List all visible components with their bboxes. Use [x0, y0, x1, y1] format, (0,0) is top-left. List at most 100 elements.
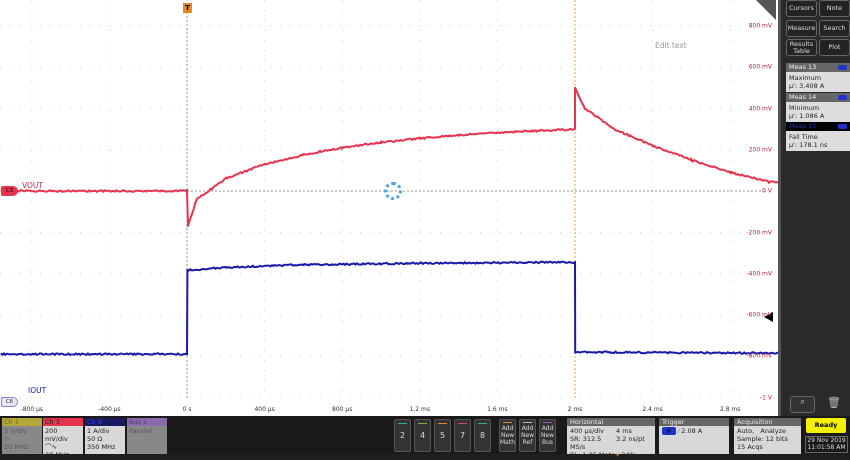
- channel-number: 5: [439, 431, 446, 440]
- trigger-title: Trigger: [659, 418, 729, 426]
- meas-type: Fall Time: [789, 133, 818, 141]
- horizontal-title: Horizontal: [567, 418, 655, 426]
- x-tick-label: 0 s: [182, 406, 192, 413]
- plot-button[interactable]: Plot: [819, 39, 850, 56]
- source-indicator-icon: [838, 124, 847, 129]
- acquisition-title: Acquisition: [734, 418, 801, 426]
- waveform-canvas[interactable]: [0, 0, 778, 416]
- y-tick-label: 600 mV: [748, 63, 772, 71]
- trace-vout: [0, 86, 778, 227]
- add-new-button[interactable]: Add New Math: [499, 419, 516, 452]
- rising-edge-icon: ⁄: [678, 427, 680, 435]
- x-tick-label: 1.6 ms: [487, 406, 508, 413]
- add-new-label: Add New Math: [500, 425, 516, 446]
- meas-name: Meas 13: [789, 63, 817, 71]
- meas-14-badge[interactable]: Meas 14 Minimum µ': 1.086 A: [786, 93, 850, 122]
- meas-value: µ': 178.1 ns: [789, 141, 828, 149]
- acq-sample: Sample: 12 bits: [737, 435, 788, 443]
- x-tick-label: -800 µs: [20, 406, 44, 413]
- bus1-badge[interactable]: Bus 1 Parallel: [127, 418, 167, 454]
- ch6-badge[interactable]: Ch 6 1 A/div 50 Ω 350 MHz: [85, 418, 125, 454]
- run-state-ready-button[interactable]: Ready: [806, 418, 846, 433]
- time-per-point: 3.2 ns/pt: [616, 435, 645, 443]
- iout-badge[interactable]: C6: [1, 397, 18, 407]
- trigger-level: 2.08 A: [681, 427, 703, 435]
- measure-button[interactable]: Measure: [786, 20, 817, 37]
- x-tick-label: 800 µs: [332, 406, 353, 413]
- ch3-title: Ch 3: [43, 418, 83, 426]
- add-new-label: Add New Bus: [540, 425, 555, 446]
- x-tick-label: -400 µs: [98, 406, 121, 413]
- ch6-bandwidth: 350 MHz: [87, 443, 116, 451]
- meas-type: Minimum: [789, 104, 820, 112]
- y-tick-label: 0 V: [762, 187, 772, 195]
- ch3-coupling-icon: ⌒∿: [45, 443, 57, 451]
- add-channel-7-button[interactable]: 7: [454, 419, 471, 452]
- edit-text-annotation[interactable]: Edit text: [655, 41, 687, 50]
- ch1-title: Ch 1: [2, 418, 42, 426]
- settings-bar: Ch 1 2 V/div ∿ 20 MHz Ch 3 200 mV/div ⌒∿ 20 …: [0, 416, 850, 459]
- zoom-corner-icon[interactable]: [756, 0, 776, 20]
- add-channel-8-button[interactable]: 8: [474, 419, 491, 452]
- add-channel-2-button[interactable]: 2: [394, 419, 411, 452]
- delete-trash-icon[interactable]: 🗑: [827, 396, 841, 413]
- ch6-title: Ch 6: [85, 418, 125, 426]
- right-side-panel: Cursors Note Measure Search Results Tabl…: [778, 0, 850, 416]
- add-new-button[interactable]: Add New Bus: [539, 419, 556, 452]
- meas-type: Maximum: [789, 74, 822, 82]
- vout-badge[interactable]: C3: [1, 186, 18, 196]
- ch1-coupling-icon: ∿: [4, 435, 10, 443]
- meas-13-badge[interactable]: Meas 13 Maximum µ': 3.408 A: [786, 63, 850, 92]
- add-channel-5-button[interactable]: 5: [434, 419, 451, 452]
- add-new-label: Add New Ref: [520, 425, 535, 446]
- meas-name: Meas 14: [789, 93, 817, 101]
- channel-number: 7: [459, 431, 466, 440]
- note-button[interactable]: Note: [819, 0, 850, 17]
- time: 11:01:58 AM: [807, 444, 846, 451]
- x-tick-label: 2 ms: [567, 406, 583, 413]
- ch3-badge[interactable]: Ch 3 200 mV/div ⌒∿ 20 MHz: [43, 418, 83, 459]
- ch6-scale: 1 A/div: [87, 427, 110, 435]
- zoom-icon-button[interactable]: ⌕: [790, 396, 815, 413]
- ch1-scale: 2 V/div: [4, 427, 27, 435]
- ch1-badge[interactable]: Ch 1 2 V/div ∿ 20 MHz: [2, 418, 42, 454]
- add-channel-4-button[interactable]: 4: [414, 419, 431, 452]
- acq-analyze: Analyze: [760, 427, 786, 435]
- y-tick-label: -1 V: [760, 394, 772, 402]
- cursors-button[interactable]: Cursors: [786, 0, 817, 17]
- horizontal-panel[interactable]: Horizontal 400 µs/div 4 ms SR: 312.5 MS/s…: [567, 418, 655, 459]
- trigger-position-marker[interactable]: T: [183, 3, 192, 13]
- search-button[interactable]: Search: [819, 20, 850, 37]
- iout-label: IOUT: [28, 386, 47, 395]
- trace-iout: [0, 260, 778, 357]
- meas-15-badge[interactable]: Meas 15 Fall Time µ': 178.1 ns: [786, 122, 850, 151]
- add-new-button[interactable]: Add New Ref: [519, 419, 536, 452]
- y-tick-label: -800 mV: [746, 352, 772, 360]
- y-tick-label: -600 mV: [746, 311, 772, 319]
- meas-value: µ': 1.086 A: [789, 112, 825, 120]
- results-table-button[interactable]: Results Table: [786, 39, 817, 56]
- time-per-div: 400 µs/div: [570, 427, 604, 435]
- channel-number: 4: [419, 431, 426, 440]
- channel-number: 8: [479, 431, 486, 440]
- x-tick-label: 2.8 ms: [719, 406, 741, 413]
- busy-spinner-icon: [384, 182, 402, 200]
- y-tick-label: 800 mV: [748, 22, 772, 30]
- position-percent: ▾ 24%: [616, 451, 636, 459]
- source-indicator-icon: [838, 65, 847, 70]
- ch3-bandwidth: 20 MHz: [45, 451, 70, 459]
- bus1-type: Parallel: [129, 427, 153, 435]
- x-tick-label: 2.4 ms: [642, 406, 663, 413]
- waveform-display[interactable]: Edit text T C3 VOUT C6 IOUT 800 mV 600 mV…: [0, 0, 778, 416]
- trigger-panel[interactable]: Trigger 6 ⁄ 2.08 A: [659, 418, 729, 454]
- x-tick-label: 400 µs: [254, 406, 275, 413]
- acquisition-panel[interactable]: Acquisition Auto, Analyze Sample: 12 bits…: [734, 418, 801, 454]
- meas-value: µ': 3.408 A: [789, 82, 825, 90]
- sample-rate: SR: 312.5 MS/s: [570, 435, 602, 451]
- acq-mode: Auto,: [737, 427, 755, 435]
- vout-label: VOUT: [22, 181, 43, 190]
- date: 29 Nov 2019: [807, 437, 846, 444]
- channel-number: 2: [399, 431, 406, 440]
- record-duration: 4 ms: [616, 427, 632, 435]
- meas-name: Meas 15: [789, 122, 817, 130]
